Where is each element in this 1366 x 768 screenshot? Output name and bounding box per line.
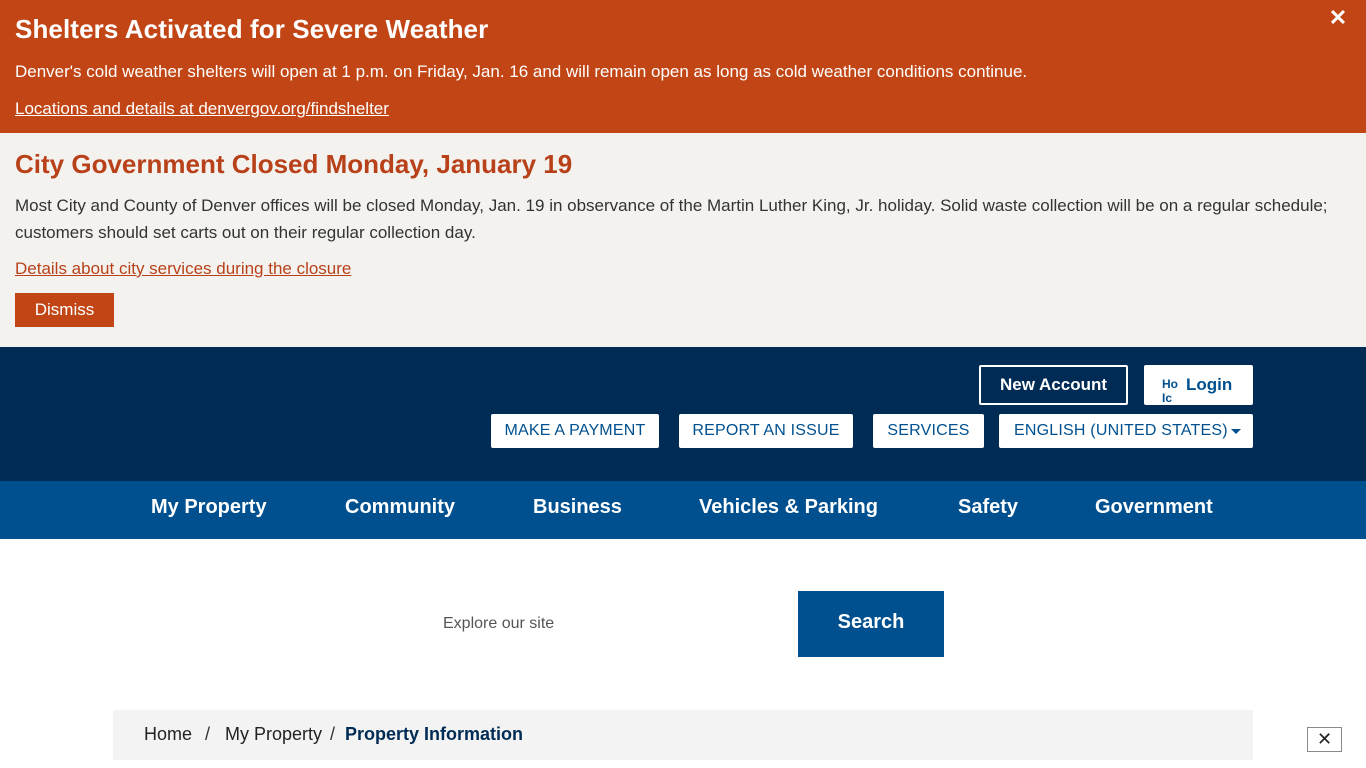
- login-label: Login: [1186, 375, 1233, 394]
- closure-alert-body: Most City and County of Denver offices w…: [15, 196, 1328, 242]
- nav-safety[interactable]: Safety: [958, 481, 1018, 539]
- new-account-button[interactable]: New Account: [979, 365, 1128, 405]
- severe-weather-alert-body: Denver's cold weather shelters will open…: [15, 62, 1028, 81]
- caret-down-icon: [1231, 429, 1241, 434]
- site-header: New Account Ho Ic Login MAKE A PAYMENT R…: [0, 347, 1366, 481]
- closure-alert: City Government Closed Monday, January 1…: [0, 133, 1366, 347]
- breadcrumb-my-property[interactable]: My Property: [225, 724, 322, 745]
- make-payment-button[interactable]: MAKE A PAYMENT: [491, 414, 659, 448]
- breadcrumb-home[interactable]: Home: [144, 724, 192, 745]
- search-input[interactable]: [423, 591, 798, 657]
- closure-details-link[interactable]: Details about city services during the c…: [15, 259, 351, 279]
- breadcrumb: Home / My Property / Property Informatio…: [113, 710, 1253, 760]
- close-icon[interactable]: ✕: [1327, 6, 1349, 30]
- breadcrumb-separator: /: [205, 724, 211, 744]
- find-shelter-link[interactable]: Locations and details at denvergov.org/f…: [15, 99, 389, 119]
- main-navigation: My Property Community Business Vehicles …: [0, 481, 1366, 539]
- services-button[interactable]: SERVICES: [873, 414, 984, 448]
- breadcrumb-current: Property Information: [345, 724, 524, 744]
- broken-image-icon: Ho Ic: [1162, 377, 1178, 405]
- language-label: ENGLISH (UNITED STATES): [1014, 422, 1228, 439]
- nav-community[interactable]: Community: [345, 481, 455, 539]
- nav-government[interactable]: Government: [1095, 481, 1213, 539]
- close-icon[interactable]: ✕: [1307, 727, 1342, 752]
- breadcrumb-separator: /: [330, 724, 336, 744]
- report-issue-button[interactable]: REPORT AN ISSUE: [679, 414, 853, 448]
- nav-vehicles-parking[interactable]: Vehicles & Parking: [699, 481, 878, 539]
- severe-weather-alert-title: Shelters Activated for Severe Weather: [15, 14, 489, 44]
- dismiss-button[interactable]: Dismiss: [15, 293, 114, 327]
- language-select[interactable]: ENGLISH (UNITED STATES): [999, 414, 1253, 448]
- severe-weather-alert: Shelters Activated for Severe Weather De…: [0, 0, 1366, 133]
- nav-my-property[interactable]: My Property: [151, 481, 267, 539]
- nav-business[interactable]: Business: [533, 481, 622, 539]
- login-button[interactable]: Ho Ic Login: [1144, 365, 1253, 405]
- site-search: Search: [423, 591, 944, 657]
- closure-alert-title: City Government Closed Monday, January 1…: [15, 149, 573, 179]
- search-button[interactable]: Search: [798, 591, 944, 657]
